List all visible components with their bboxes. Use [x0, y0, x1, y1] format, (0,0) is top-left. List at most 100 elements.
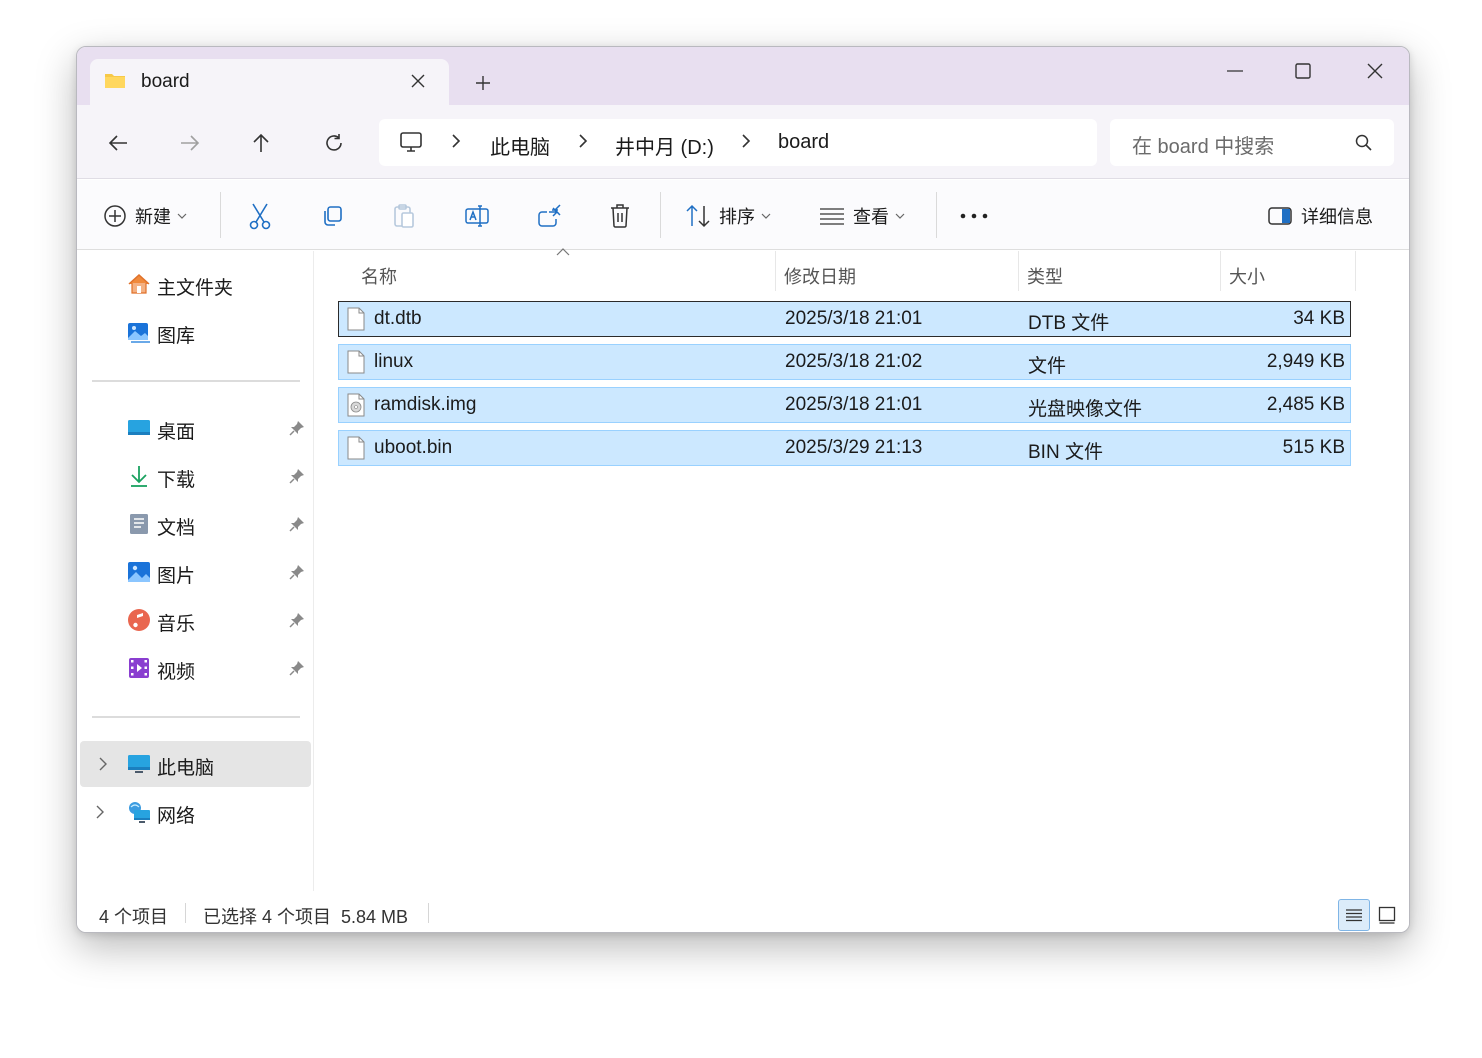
- address-bar[interactable]: 此电脑 井中月 (D:) board: [379, 119, 1097, 166]
- file-size: 2,949 KB: [1267, 351, 1345, 373]
- details-pane-button[interactable]: 详细信息: [1267, 200, 1373, 232]
- cut-button[interactable]: [247, 200, 273, 232]
- delete-button[interactable]: [609, 200, 631, 232]
- up-arrow-icon[interactable]: [245, 127, 277, 159]
- rename-icon: [464, 203, 490, 229]
- column-divider[interactable]: [1018, 251, 1019, 291]
- file-icon: [346, 436, 366, 460]
- sidebar-item-label: 文档: [157, 513, 195, 540]
- column-header-modified[interactable]: 修改日期: [784, 263, 856, 289]
- download-icon: [127, 464, 151, 488]
- sidebar-item-this-pc[interactable]: 此电脑: [80, 741, 311, 787]
- title-bar: board: [77, 47, 1409, 105]
- file-size: 34 KB: [1293, 308, 1345, 330]
- breadcrumb-drive-d[interactable]: 井中月 (D:): [615, 131, 714, 160]
- sidebar-item-label: 主文件夹: [157, 273, 233, 300]
- refresh-icon[interactable]: [318, 127, 350, 159]
- navigation-bar: 此电脑 井中月 (D:) board 在 board 中搜索: [77, 105, 1409, 179]
- pin-icon[interactable]: [289, 420, 305, 436]
- sidebar-item-pictures[interactable]: 图片: [77, 549, 314, 595]
- tiles-view-button[interactable]: [1371, 899, 1403, 931]
- this-pc-icon: [399, 131, 423, 153]
- file-row[interactable]: linux 2025/3/18 21:02 文件 2,949 KB: [338, 344, 1351, 380]
- scissors-icon: [247, 202, 273, 230]
- share-icon: [536, 204, 562, 228]
- network-icon: [127, 800, 151, 824]
- breadcrumb-this-pc[interactable]: 此电脑: [490, 131, 550, 160]
- search-placeholder: 在 board 中搜索: [1132, 130, 1274, 159]
- pin-icon[interactable]: [289, 564, 305, 580]
- pin-icon[interactable]: [289, 516, 305, 532]
- chevron-down-icon: [761, 213, 771, 219]
- sidebar-item-music[interactable]: 音乐: [77, 597, 314, 643]
- desktop-icon: [127, 416, 151, 440]
- search-box[interactable]: 在 board 中搜索: [1110, 119, 1394, 166]
- more-options-button[interactable]: [960, 200, 988, 232]
- details-view-button[interactable]: [1338, 899, 1370, 931]
- paste-button[interactable]: [392, 200, 416, 232]
- pin-icon[interactable]: [289, 660, 305, 676]
- view-button[interactable]: 查看: [819, 200, 905, 232]
- file-name: dt.dtb: [374, 308, 422, 330]
- sort-label: 排序: [719, 203, 755, 229]
- copy-button[interactable]: [320, 200, 344, 232]
- sidebar-item-label: 图片: [157, 561, 195, 588]
- file-type: BIN 文件: [1028, 437, 1103, 464]
- pin-icon[interactable]: [289, 612, 305, 628]
- chevron-right-icon[interactable]: [98, 756, 108, 772]
- file-name: linux: [374, 351, 413, 373]
- forward-arrow-icon[interactable]: [174, 127, 206, 159]
- status-divider: [185, 903, 186, 923]
- close-tab-icon[interactable]: [406, 69, 430, 93]
- breadcrumb-board[interactable]: board: [778, 131, 829, 154]
- new-button[interactable]: 新建: [103, 200, 187, 232]
- new-tab-icon[interactable]: [469, 69, 497, 97]
- file-modified: 2025/3/29 21:13: [785, 437, 922, 459]
- file-name: uboot.bin: [374, 437, 452, 459]
- file-type: 光盘映像文件: [1028, 394, 1142, 421]
- column-divider[interactable]: [1355, 251, 1356, 291]
- videos-icon: [127, 656, 151, 680]
- music-icon: [127, 608, 151, 632]
- details-view-icon: [1345, 908, 1363, 922]
- column-divider[interactable]: [775, 251, 776, 291]
- plus-circle-icon: [103, 204, 127, 228]
- sidebar-item-documents[interactable]: 文档: [77, 501, 314, 547]
- column-divider[interactable]: [1220, 251, 1221, 291]
- status-bar: 4 个项目 已选择 4 个项目 5.84 MB: [77, 891, 1409, 933]
- column-header-name[interactable]: 名称: [361, 263, 397, 289]
- chevron-right-icon[interactable]: [95, 804, 105, 820]
- maximize-icon[interactable]: [1281, 55, 1325, 87]
- file-row[interactable]: ramdisk.img 2025/3/18 21:01 光盘映像文件 2,485…: [338, 387, 1351, 423]
- copy-icon: [320, 204, 344, 228]
- tab-board[interactable]: board: [90, 59, 449, 106]
- share-button[interactable]: [536, 200, 562, 232]
- sidebar-item-label: 此电脑: [157, 753, 214, 780]
- folder-icon: [104, 71, 126, 89]
- back-arrow-icon[interactable]: [102, 127, 134, 159]
- toolbar-divider: [660, 192, 661, 238]
- sidebar-item-videos[interactable]: 视频: [77, 645, 314, 691]
- sidebar-item-gallery[interactable]: 图库: [77, 309, 314, 355]
- status-divider: [428, 903, 429, 923]
- file-name: ramdisk.img: [374, 394, 476, 416]
- sort-button[interactable]: 排序: [685, 200, 771, 232]
- column-header-type[interactable]: 类型: [1027, 263, 1063, 289]
- sidebar-item-downloads[interactable]: 下载: [77, 453, 314, 499]
- sidebar-item-home[interactable]: 主文件夹: [77, 261, 314, 307]
- file-modified: 2025/3/18 21:02: [785, 351, 922, 373]
- file-row[interactable]: uboot.bin 2025/3/29 21:13 BIN 文件 515 KB: [338, 430, 1351, 466]
- rename-button[interactable]: [464, 200, 490, 232]
- view-list-icon: [819, 207, 845, 225]
- sidebar-item-desktop[interactable]: 桌面: [77, 405, 314, 451]
- close-window-icon[interactable]: [1353, 55, 1397, 87]
- column-header-size[interactable]: 大小: [1229, 263, 1265, 289]
- sidebar-item-network[interactable]: 网络: [77, 789, 314, 835]
- pin-icon[interactable]: [289, 468, 305, 484]
- chevron-down-icon: [895, 213, 905, 219]
- tab-title: board: [141, 71, 190, 93]
- minimize-icon[interactable]: [1213, 55, 1257, 87]
- file-row[interactable]: dt.dtb 2025/3/18 21:01 DTB 文件 34 KB: [338, 301, 1351, 337]
- sidebar-item-label: 桌面: [157, 417, 195, 444]
- chevron-right-icon: [741, 133, 751, 149]
